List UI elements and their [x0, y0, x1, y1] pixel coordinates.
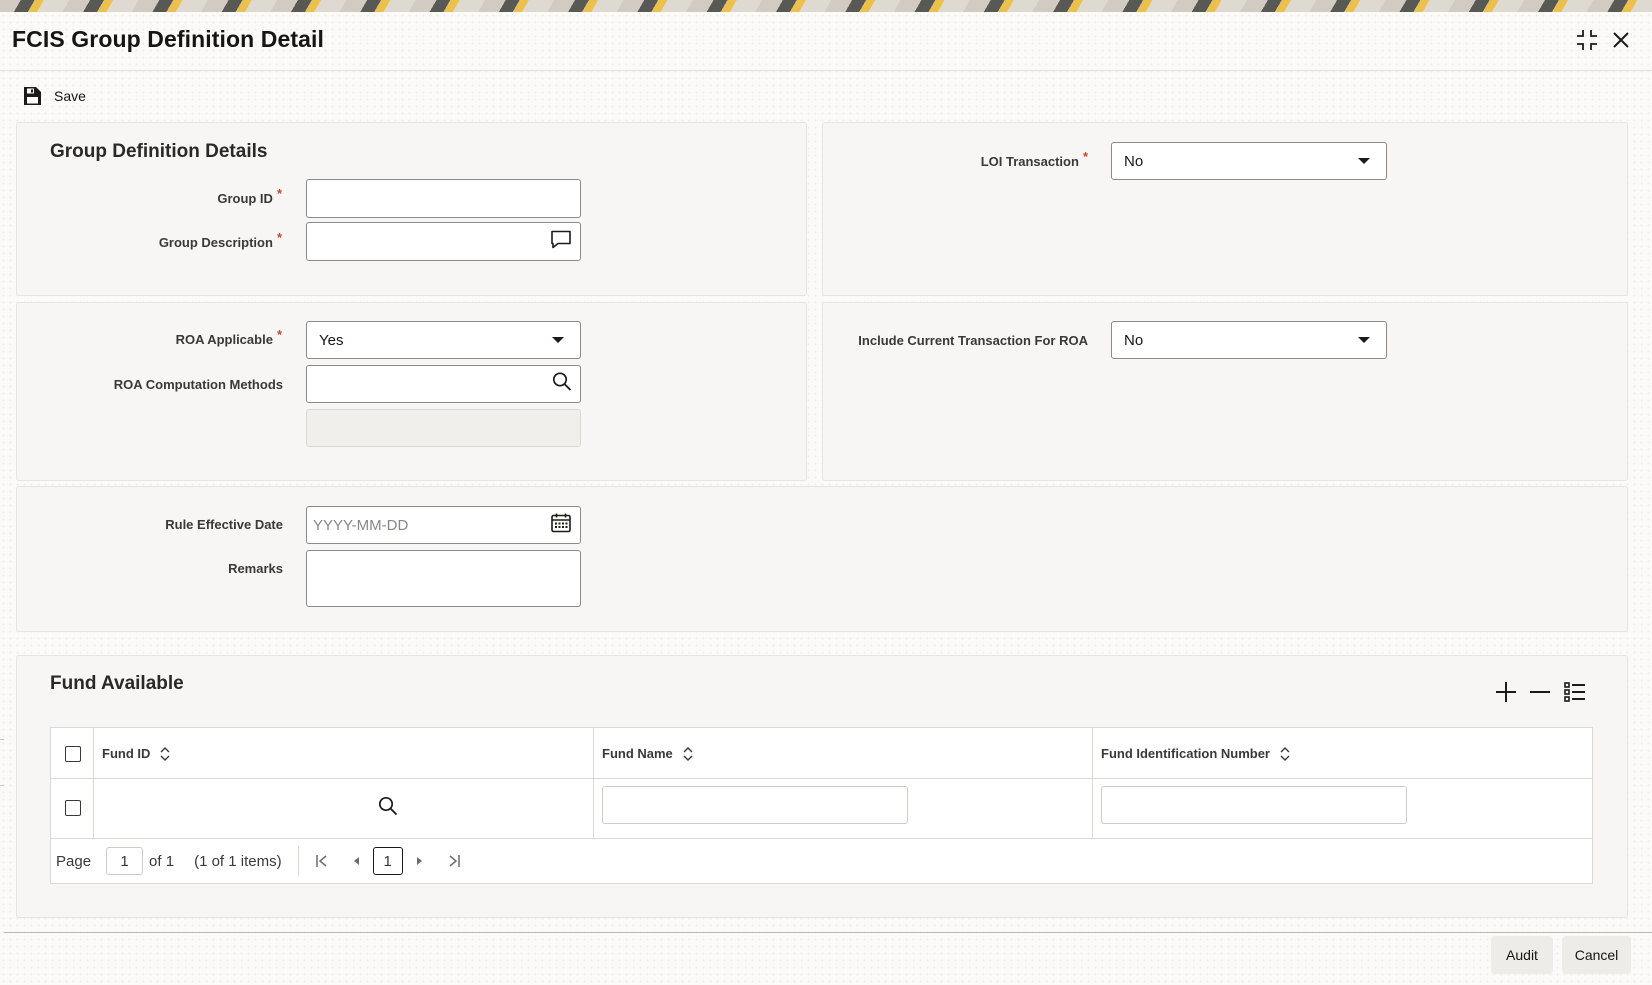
- roa-applicable-value: Yes: [319, 331, 344, 349]
- previous-page-icon[interactable]: [351, 854, 361, 868]
- page-count-label: of 1: [149, 852, 175, 870]
- rule-effective-date-input[interactable]: [307, 507, 580, 543]
- column-header-fund-name-label: Fund Name: [602, 746, 673, 761]
- items-count-label: (1 of 1 items): [194, 852, 282, 870]
- include-current-transaction-label: Include Current Transaction For ROA: [858, 333, 1088, 348]
- column-divider: [1092, 728, 1093, 778]
- page-label: Page: [56, 852, 92, 870]
- group-description-label: Group Description *: [158, 230, 282, 250]
- page-number-input[interactable]: 1: [106, 847, 144, 875]
- column-header-fund-identification-number[interactable]: Fund Identification Number: [1101, 746, 1290, 761]
- pagination: Page 1 of 1 (1 of 1 items) 1: [51, 838, 1592, 884]
- column-header-fund-id-label: Fund ID: [102, 746, 151, 761]
- sort-icon[interactable]: [683, 746, 693, 761]
- roa-applicable-label: ROA Applicable *: [175, 327, 282, 347]
- first-page-icon[interactable]: [315, 854, 329, 868]
- include-current-transaction-select[interactable]: No: [1111, 321, 1387, 359]
- plus-icon[interactable]: [1494, 680, 1518, 709]
- header-divider: [0, 70, 1652, 71]
- close-icon[interactable]: [1608, 27, 1634, 53]
- roa-computation-methods-input[interactable]: [307, 366, 580, 402]
- column-divider: [93, 728, 94, 778]
- loi-transaction-label: LOI Transaction *: [980, 149, 1088, 169]
- column-header-fund-identification-number-label: Fund Identification Number: [1101, 746, 1270, 761]
- loi-transaction-value: No: [1124, 152, 1144, 170]
- chevron-down-icon: [1358, 337, 1370, 343]
- fund-available-title: Fund Available: [50, 673, 184, 694]
- edge-mark: [0, 785, 4, 786]
- chevron-down-icon: [1358, 158, 1370, 164]
- row-checkbox[interactable]: [65, 800, 81, 816]
- roa-computation-methods-field[interactable]: [306, 365, 581, 403]
- search-icon[interactable]: [378, 796, 398, 821]
- sort-icon[interactable]: [1280, 746, 1290, 761]
- audit-button[interactable]: Audit: [1491, 936, 1553, 974]
- remarks-textarea[interactable]: [307, 551, 580, 606]
- banner-strip: [0, 0, 1652, 12]
- include-current-transaction-value: No: [1124, 331, 1144, 349]
- group-description-field[interactable]: [306, 222, 581, 261]
- fund-name-input[interactable]: [602, 786, 908, 824]
- roa-method-description-field: [306, 409, 581, 447]
- fund-grid-header: Fund ID Fund Name Fund Identification Nu…: [51, 728, 1592, 779]
- column-divider: [593, 778, 594, 838]
- edge-mark: [0, 739, 4, 740]
- chevron-down-icon: [552, 337, 564, 343]
- group-id-label: Group ID *: [217, 186, 282, 206]
- last-page-icon[interactable]: [447, 854, 461, 868]
- pager-divider: [297, 846, 299, 876]
- select-all-checkbox[interactable]: [65, 746, 81, 762]
- footer-divider: [4, 932, 1652, 933]
- minus-icon[interactable]: [1528, 680, 1552, 709]
- calendar-icon[interactable]: [550, 512, 572, 539]
- group-id-field[interactable]: [306, 179, 581, 218]
- rule-panel: [16, 486, 1628, 632]
- group-definition-title: Group Definition Details: [50, 141, 268, 162]
- floppy-disk-icon: [24, 87, 41, 105]
- group-id-input[interactable]: [307, 180, 580, 217]
- save-label: Save: [54, 88, 86, 104]
- cancel-button[interactable]: Cancel: [1562, 936, 1631, 974]
- page-button-1[interactable]: 1: [372, 847, 403, 875]
- comment-icon[interactable]: [550, 229, 572, 254]
- page-title: FCIS Group Definition Detail: [12, 26, 325, 52]
- collapse-icon[interactable]: [1574, 27, 1600, 53]
- save-button[interactable]: Save: [22, 84, 86, 108]
- fund-grid: Fund ID Fund Name Fund Identification Nu…: [50, 727, 1593, 884]
- roa-applicable-select[interactable]: Yes: [306, 321, 581, 359]
- next-page-icon[interactable]: [415, 854, 425, 868]
- group-description-input[interactable]: [307, 223, 580, 260]
- remarks-label: Remarks: [228, 561, 283, 576]
- column-divider: [1092, 778, 1093, 838]
- search-icon[interactable]: [552, 372, 572, 397]
- roa-computation-methods-label: ROA Computation Methods: [113, 377, 283, 392]
- column-header-fund-name[interactable]: Fund Name: [602, 746, 693, 761]
- column-header-fund-id[interactable]: Fund ID: [102, 746, 170, 761]
- rule-effective-date-label: Rule Effective Date: [165, 517, 283, 532]
- sort-icon[interactable]: [160, 746, 170, 761]
- loi-transaction-select[interactable]: No: [1111, 142, 1387, 180]
- fund-identification-number-input[interactable]: [1101, 786, 1407, 824]
- column-divider: [593, 728, 594, 778]
- column-divider: [93, 778, 94, 838]
- table-row: [51, 778, 1592, 839]
- rule-effective-date-field[interactable]: [306, 506, 581, 544]
- list-icon[interactable]: [1563, 680, 1587, 709]
- remarks-field[interactable]: [306, 550, 581, 607]
